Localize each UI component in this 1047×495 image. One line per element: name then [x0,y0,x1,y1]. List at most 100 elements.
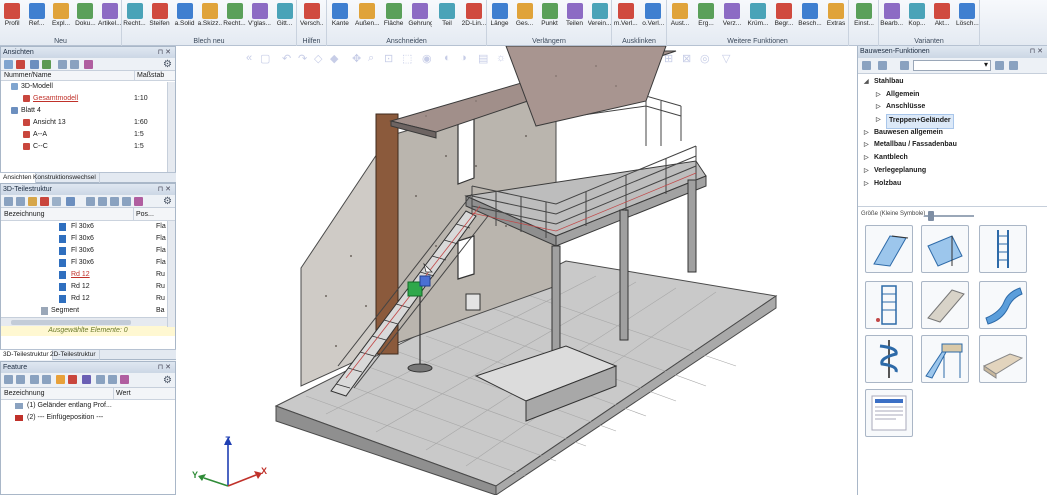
feature-row[interactable]: (2) --- Einfügeposition --- [1,412,175,424]
part-row[interactable]: Fl 30x6 Fla [1,245,175,257]
sort-down-icon[interactable] [16,375,25,384]
stair-landing-icon[interactable] [865,225,913,273]
ribbon-button[interactable]: Verz... [720,2,744,34]
ribbon-button[interactable]: Einst... [852,2,876,34]
tree-item[interactable]: ▷ Holzbau [858,178,1047,191]
expand-icon[interactable] [110,197,119,206]
cage-ladder-icon[interactable] [865,281,913,329]
column-name[interactable]: Nummer/Name [4,71,51,81]
tab-konstruktionswechsel[interactable]: Konstruktionswechsel [30,173,100,183]
ribbon-button[interactable]: a.Solid [173,2,197,34]
ansichten-row[interactable]: C--C 1:5 [1,141,175,153]
3d-viewport[interactable]: « ▢ ↶ ↷ ◇ ◆ ✥ ⌕ ⊡ ⬚ ◉ ◐ ◑ ▤ ☼ ◫ ▣ ⬡ ⚙ ▥ … [176,46,857,495]
ribbon-button[interactable]: Ges... [513,2,537,34]
gear-icon[interactable]: ⚙ [163,373,172,388]
tab-2d-teilestruktur[interactable]: 2D-Teilestruktur [47,350,100,360]
image-icon[interactable] [42,60,51,69]
ribbon-button[interactable]: Begr... [772,2,796,34]
search-icon[interactable] [900,61,909,70]
ribbon-button[interactable]: Akt... [930,2,954,34]
sort-down-icon[interactable] [1009,61,1018,70]
tree-item[interactable]: ▷ Anschlüsse [858,101,1047,114]
slider-thumb[interactable] [928,211,934,221]
column-bezeichnung[interactable]: Bezeichnung [4,388,44,400]
tree-item[interactable]: ▷ Treppen+Geländer [858,114,1047,129]
view-icon[interactable] [4,60,13,69]
horizontal-scrollbar[interactable] [1,317,175,326]
ribbon-button[interactable]: Bearb... [880,2,904,34]
spiral-stair-icon[interactable] [865,335,913,383]
tree-item[interactable]: ▷ Kantblech [858,152,1047,165]
ribbon-button[interactable]: Versch... [300,2,324,34]
sort-icon[interactable] [4,375,13,384]
ansichten-row[interactable]: Ansicht 13 1:60 [1,117,175,129]
tree-item[interactable]: ▷ Bauwesen allgemein [858,127,1047,140]
tab-3d-teilestruktur[interactable]: 3D-Teilestruktur [0,350,53,360]
sheet-icon[interactable] [30,60,39,69]
ribbon-button[interactable]: Länge [488,2,512,34]
stair-concrete-icon[interactable] [921,281,969,329]
stair-straight-icon[interactable] [921,225,969,273]
list-icon[interactable] [52,197,61,206]
search-icon[interactable] [4,197,13,206]
ansichten-row[interactable]: Gesamtmodell 1:10 [1,93,175,105]
scroll-thumb[interactable] [11,320,131,325]
structure-icon[interactable] [862,61,871,70]
new-view-icon[interactable] [16,60,25,69]
ribbon-button[interactable]: Artikel... [98,2,122,34]
pin-icon[interactable] [82,375,91,384]
expand-arrow-icon[interactable]: ▷ [864,139,869,152]
ribbon-button[interactable]: Gitt... [273,2,297,34]
column-bezeichnung[interactable]: Bezeichnung [4,208,44,221]
vertical-scrollbar[interactable] [167,221,175,327]
ansichten-row[interactable]: Blatt 4 [1,105,175,117]
ribbon-button[interactable]: Aust... [668,2,692,34]
category-dropdown[interactable]: ▾ [913,60,991,71]
ribbon-button[interactable]: Extras [824,2,848,34]
ribbon-button[interactable]: Verein... [588,2,612,34]
tree-item[interactable]: ▷ Metallbau / Fassadenbau [858,139,1047,152]
ribbon-button[interactable]: Teil [435,2,459,34]
expand-arrow-icon[interactable]: ▷ [864,178,869,191]
ribbon-button[interactable]: Punkt [538,2,562,34]
gear-icon[interactable]: ⚙ [163,195,172,208]
ribbon-button[interactable]: Recht... [223,2,247,34]
feature-icon[interactable] [56,375,65,384]
document-thumb-icon[interactable] [865,389,913,437]
tree-icon[interactable] [30,375,39,384]
column-pos[interactable]: Pos... [133,208,154,221]
vertical-scrollbar[interactable] [167,82,175,174]
sort-down-icon[interactable] [98,197,107,206]
pin-close-icon[interactable]: ⊓ ✕ [158,362,171,373]
tree-item[interactable]: ▷ Verlegeplanung [858,165,1047,178]
filter-icon[interactable] [84,60,93,69]
gear-icon[interactable]: ⚙ [163,58,172,71]
ribbon-button[interactable]: Expl... [49,2,73,34]
expand-arrow-icon[interactable]: ▷ [876,114,881,127]
ansichten-row[interactable]: 3D-Modell [1,81,175,93]
part-row[interactable]: Fl 30x6 Fla [1,221,175,233]
tree-item[interactable]: ◢ Stahlbau [858,76,1047,89]
sort-down-icon[interactable] [70,60,79,69]
expanded-arrow-icon[interactable]: ◢ [864,76,869,89]
ribbon-button[interactable]: Erg... [694,2,718,34]
ribbon-button[interactable]: a.Skizz... [198,2,222,34]
sort-icon[interactable] [878,61,887,70]
ribbon-button[interactable]: Besch... [798,2,822,34]
expand-arrow-icon[interactable]: ▷ [876,89,881,102]
part-row[interactable]: Fl 30x6 Fla [1,233,175,245]
part-row[interactable]: Fl 30x6 Fla [1,257,175,269]
sort-icon[interactable] [58,60,67,69]
expand-icon[interactable] [96,375,105,384]
ribbon-button[interactable]: Teilen [563,2,587,34]
ribbon-button[interactable]: Kante [328,2,352,34]
ribbon-button[interactable]: 2D-Lin... [462,2,486,34]
stair-winder-icon[interactable] [979,281,1027,329]
ribbon-button[interactable]: Doku... [73,2,97,34]
collapse-icon[interactable] [108,375,117,384]
ribbon-button[interactable]: Ref... [25,2,49,34]
sort-icon[interactable] [86,197,95,206]
expand-arrow-icon[interactable]: ▷ [864,152,869,165]
ribbon-button[interactable]: Profil [0,2,24,34]
ribbon-button[interactable]: Recht... [123,2,147,34]
